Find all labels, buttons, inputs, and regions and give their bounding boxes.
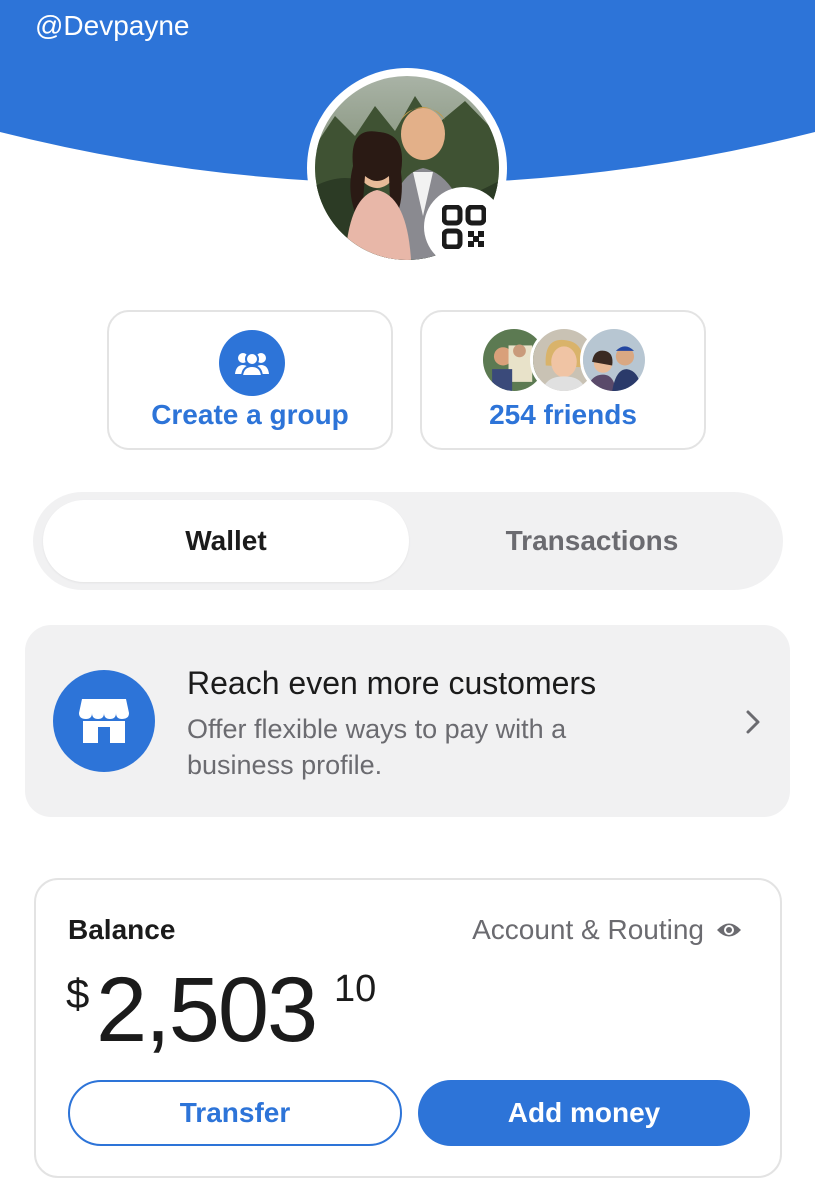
promo-title: Reach even more customers	[187, 665, 597, 701]
add-money-button[interactable]: Add money	[418, 1080, 750, 1146]
qr-code-button[interactable]	[424, 187, 504, 267]
account-routing-link[interactable]: Account & Routing	[472, 914, 742, 946]
business-profile-banner[interactable]: Reach even more customers Offer flexible…	[25, 625, 790, 817]
wallet-transactions-switch: Wallet Transactions	[33, 492, 783, 590]
account-routing-label: Account & Routing	[472, 914, 704, 945]
chevron-right-icon	[746, 710, 760, 734]
tab-wallet[interactable]: Wallet	[43, 500, 409, 582]
balance-card: Balance Account & Routing $ 2,503 10 Tra…	[34, 878, 782, 1178]
friend-avatar	[580, 326, 648, 394]
friend-avatars	[480, 326, 650, 394]
tab-transactions[interactable]: Transactions	[409, 500, 775, 582]
balance-label: Balance	[68, 914, 176, 945]
friends-count-label: 254 friends	[489, 399, 637, 430]
create-group-label: Create a group	[151, 399, 349, 430]
promo-subtitle: Offer flexible ways to pay with a busine…	[187, 714, 567, 780]
currency-symbol: $	[66, 970, 90, 1017]
balance-cents: 10	[334, 968, 377, 1010]
group-icon	[219, 330, 285, 396]
eye-icon	[717, 923, 741, 937]
balance-whole: 2,503	[96, 959, 318, 1061]
create-group-card[interactable]: Create a group	[107, 310, 393, 450]
friends-card[interactable]: 254 friends	[420, 310, 706, 450]
qr-code-icon	[442, 205, 486, 249]
username: @Devpayne	[35, 10, 190, 41]
transfer-button[interactable]: Transfer	[68, 1080, 402, 1146]
storefront-icon	[53, 670, 155, 772]
